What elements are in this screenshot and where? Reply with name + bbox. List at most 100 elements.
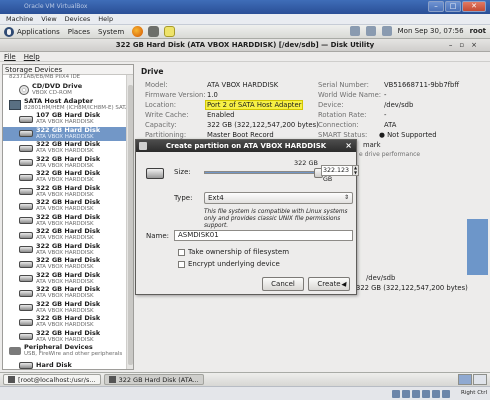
tree-item-subtitle: ATA VBOX HARDDISK [36,220,94,227]
tree-item-subtitle: ATA VBOX HARDDISK [36,307,94,314]
size-spinbox[interactable]: 322.123 GB ▲ ▼ [321,165,359,183]
tree-item[interactable]: SATA Host Adapter 82801HM/HEM (ICH8M/ICH8… [3,98,133,113]
spin-arrows[interactable]: ▲ ▼ [352,165,359,176]
take-ownership-box[interactable] [178,248,185,256]
taskbar-item-terminal[interactable]: [root@localhost:/usr/s... [3,374,101,385]
tree-item[interactable]: 82371AB/EB/MB PIIX4 IDE [3,74,133,83]
partitioning-label: Partitioning: [145,131,187,139]
tree-item[interactable]: CD/DVD Drive VBOX CD-ROM [3,83,133,98]
tree-item-title: Peripheral Devices [24,344,93,352]
firefox-launcher-icon[interactable] [132,26,144,37]
tree-item-title: 322 GB Hard Disk [36,228,101,236]
tree-item-text: 322 GB Hard Disk ATA VBOX HARDDISK [36,141,100,155]
tree-item[interactable]: 322 GB Hard Disk ATA VBOX HARDDISK [3,315,133,330]
tree-item[interactable]: 322 GB Hard Disk ATA VBOX HARDDISK [3,228,133,243]
tree-item-title: 322 GB Hard Disk [36,141,101,149]
workspace-2[interactable] [473,374,487,385]
tree-item[interactable]: 322 GB Hard Disk ATA VBOX HARDDISK [3,286,133,301]
menu-file[interactable]: File [4,53,16,61]
menu-help[interactable]: Help [98,15,113,23]
tree-item[interactable]: 322 GB Hard Disk ATA VBOX HARDDISK [3,141,133,156]
tree-item[interactable]: 322 GB Hard Disk ATA VBOX HARDDISK [3,126,133,141]
workspace-1[interactable] [458,374,472,385]
app-close-icon[interactable]: × [471,41,484,49]
chevron-down-icon: ⇕ [343,194,349,201]
tree-item-title: 322 GB Hard Disk [36,155,101,163]
tree-item[interactable]: 322 GB Hard Disk ATA VBOX HARDDISK [3,199,133,214]
encrypt-checkbox[interactable]: Encrypt underlying device [178,260,280,268]
tree-item-title: Hard Disk [36,362,72,370]
maximize-button[interactable]: □ [445,1,461,12]
filesystem-hint: This file system is compatible with Linu… [204,209,348,229]
gnome-foot-icon [4,26,14,37]
shared-folder-icon[interactable] [432,390,440,398]
tree-item-text: 322 GB Hard Disk ATA VBOX HARDDISK [36,301,100,315]
tree-item[interactable]: Hard Disk [3,359,133,369]
menu-devices[interactable]: Devices [65,15,91,23]
update-icon[interactable] [381,26,392,36]
tree-item-title: 322 GB Hard Disk [36,286,101,294]
tree-item[interactable]: 107 GB Hard Disk ATA VBOX HARDDISK [3,112,133,127]
capture-icon[interactable] [442,390,450,398]
dialog-window-icon [139,142,147,150]
partitioning-value: Master Boot Record [207,131,274,139]
firmware-value: 1.0 [207,91,218,99]
notes-launcher-icon[interactable] [164,26,176,37]
usb-status-icon[interactable] [412,390,420,398]
tree-item[interactable]: 322 GB Hard Disk ATA VBOX HARDDISK [3,170,133,185]
tree-item[interactable]: 322 GB Hard Disk ATA VBOX HARDDISK [3,257,133,272]
network-status-icon[interactable] [422,390,430,398]
sidebar-scrollbar[interactable] [126,75,133,369]
filesystem-type-select[interactable]: Ext4 ⇕ [204,192,353,204]
tree-item-text: Hard Disk [36,362,72,369]
network-icon[interactable] [365,26,376,36]
taskbar-item-disk-utility[interactable]: 322 GB Hard Disk (ATA... [103,374,204,385]
dialog-close-icon[interactable]: × [345,140,352,152]
tree-item-subtitle: ATA VBOX HARDDISK [36,336,94,343]
app-maximize-icon[interactable]: ▫ [459,41,471,49]
top-panel: Applications Places System Mon Sep 30, 0… [0,25,490,39]
wwn-label: World Wide Name: [318,91,382,99]
hdd-status-icon[interactable] [392,390,400,398]
menu-machine[interactable]: Machine [6,15,33,23]
volume-icon[interactable] [349,26,360,36]
encrypt-box[interactable] [178,260,185,268]
type-selected-value: Ext4 [208,194,224,202]
tree-item-subtitle: ATA VBOX HARDDISK [36,206,94,213]
menu-view[interactable]: View [41,15,56,23]
system-menu[interactable]: System [94,28,128,36]
cd-status-icon[interactable] [402,390,410,398]
tree-item-subtitle: ATA VBOX HARDDISK [36,191,94,198]
partition-name-input[interactable]: ASMDISK01 [174,230,353,241]
tree-item[interactable]: 322 GB Hard Disk ATA VBOX HARDDISK [3,185,133,200]
applications-menu[interactable]: Applications [0,26,64,37]
app-minimize-icon[interactable]: – [449,41,460,49]
scroll-thumb[interactable] [128,85,133,365]
harddisk-icon [19,130,33,138]
tree-item[interactable]: 322 GB Hard Disk ATA VBOX HARDDISK [3,214,133,229]
take-ownership-checkbox[interactable]: Take ownership of filesystem [178,248,289,256]
workspace-switcher[interactable] [458,374,487,385]
tree-item-subtitle: ATA VBOX HARDDISK [36,249,94,256]
cancel-button[interactable]: Cancel [262,277,304,291]
user-name[interactable]: root [470,27,486,35]
tree-item[interactable]: 322 GB Hard Disk ATA VBOX HARDDISK [3,243,133,258]
tree-item[interactable]: 322 GB Hard Disk ATA VBOX HARDDISK [3,272,133,287]
tree-item-title: 322 GB Hard Disk [36,170,101,178]
harddisk-icon [19,246,33,254]
device-label: Device: [318,101,344,109]
tree-item[interactable]: 322 GB Hard Disk ATA VBOX HARDDISK [3,156,133,171]
places-menu[interactable]: Places [64,28,94,36]
volume-graphic-partial[interactable] [467,219,488,275]
connection-label: Connection: [318,121,359,129]
settings-launcher-icon[interactable] [148,26,160,37]
size-slider[interactable] [204,168,323,178]
tree-item[interactable]: 322 GB Hard Disk ATA VBOX HARDDISK [3,301,133,316]
tree-item-text: 322 GB Hard Disk ATA VBOX HARDDISK [36,286,100,300]
minimize-button[interactable]: – [428,1,444,12]
clock[interactable]: Mon Sep 30, 07:56 [398,27,464,35]
tree-item[interactable]: 322 GB Hard Disk ATA VBOX HARDDISK [3,330,133,345]
menu-app-help[interactable]: Help [24,53,40,61]
tree-item[interactable]: Peripheral Devices USB, FireWire and othe… [3,344,133,359]
close-button[interactable]: ✕ [462,1,486,12]
